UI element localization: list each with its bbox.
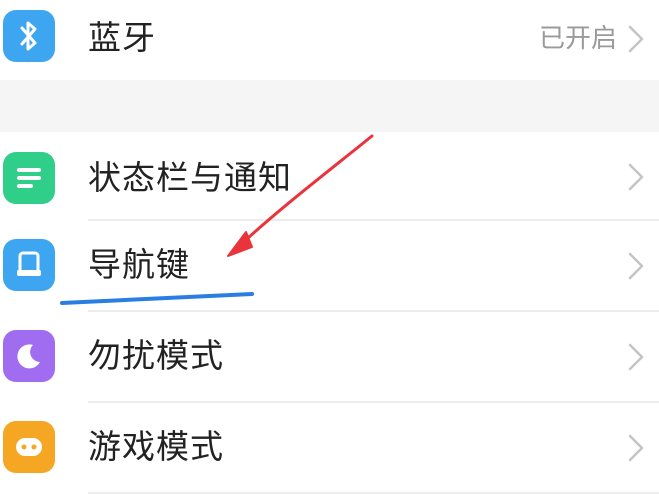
chevron-right-icon — [628, 434, 644, 462]
bluetooth-icon — [3, 10, 55, 62]
settings-row-do-not-disturb[interactable]: 勿扰模式 — [0, 312, 659, 400]
chevron-right-icon — [628, 252, 644, 280]
chevron-right-icon — [628, 25, 644, 53]
chevron-right-icon — [628, 343, 644, 371]
bluetooth-status: 已开启 — [538, 24, 617, 54]
chevron-right-icon — [628, 163, 644, 191]
settings-row-bluetooth[interactable]: 蓝牙 已开启 — [0, 0, 659, 80]
section-separator — [0, 80, 659, 132]
game-mode-icon — [3, 421, 55, 473]
bluetooth-label: 蓝牙 — [88, 18, 156, 57]
status-bar-icon — [3, 152, 55, 204]
settings-row-navigation-keys[interactable]: 导航键 — [0, 221, 659, 309]
navigation-key-icon — [3, 239, 55, 291]
settings-row-status-bar[interactable]: 状态栏与通知 — [0, 132, 659, 220]
settings-screen: 蓝牙 已开启 状态栏与通知 导航键 勿扰模式 游戏模式 — [0, 0, 659, 503]
row-divider — [88, 492, 659, 494]
do-not-disturb-label: 勿扰模式 — [88, 336, 224, 375]
navigation-keys-label: 导航键 — [88, 245, 190, 284]
settings-row-game-mode[interactable]: 游戏模式 — [0, 403, 659, 491]
status-bar-label: 状态栏与通知 — [88, 158, 292, 197]
game-mode-label: 游戏模式 — [88, 427, 224, 466]
do-not-disturb-icon — [3, 330, 55, 382]
